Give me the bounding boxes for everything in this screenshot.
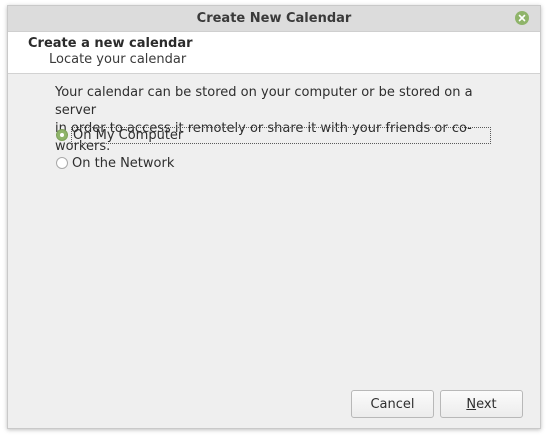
radio-on-the-network[interactable]: On the Network — [56, 154, 174, 172]
next-button-mnemonic: N — [466, 396, 477, 412]
title-bar[interactable]: Create New Calendar — [8, 6, 540, 32]
description-line: Your calendar can be stored on your comp… — [55, 85, 473, 118]
cancel-button-label: Cancel — [370, 396, 415, 412]
radio-checked-icon[interactable] — [56, 129, 68, 141]
wizard-page-title: Create a new calendar — [28, 36, 193, 51]
radio-unchecked-icon[interactable] — [56, 157, 68, 169]
close-button[interactable] — [515, 11, 529, 25]
window-title: Create New Calendar — [196, 11, 352, 26]
radio-label-on-the-network[interactable]: On the Network — [72, 156, 174, 171]
radio-on-my-computer[interactable]: On My Computer — [56, 126, 491, 144]
cancel-button[interactable]: Cancel — [351, 390, 434, 418]
create-calendar-dialog: Create New Calendar Create a new calenda… — [7, 5, 541, 429]
next-button[interactable]: Next — [440, 390, 523, 418]
wizard-header: Create a new calendar Locate your calend… — [8, 32, 540, 74]
description-text: Your calendar can be stored on your comp… — [55, 84, 515, 156]
wizard-page-subtitle: Locate your calendar — [49, 52, 187, 67]
close-icon — [518, 14, 526, 22]
radio-label-on-my-computer[interactable]: On My Computer — [71, 126, 491, 144]
next-button-label: ext — [476, 396, 497, 412]
